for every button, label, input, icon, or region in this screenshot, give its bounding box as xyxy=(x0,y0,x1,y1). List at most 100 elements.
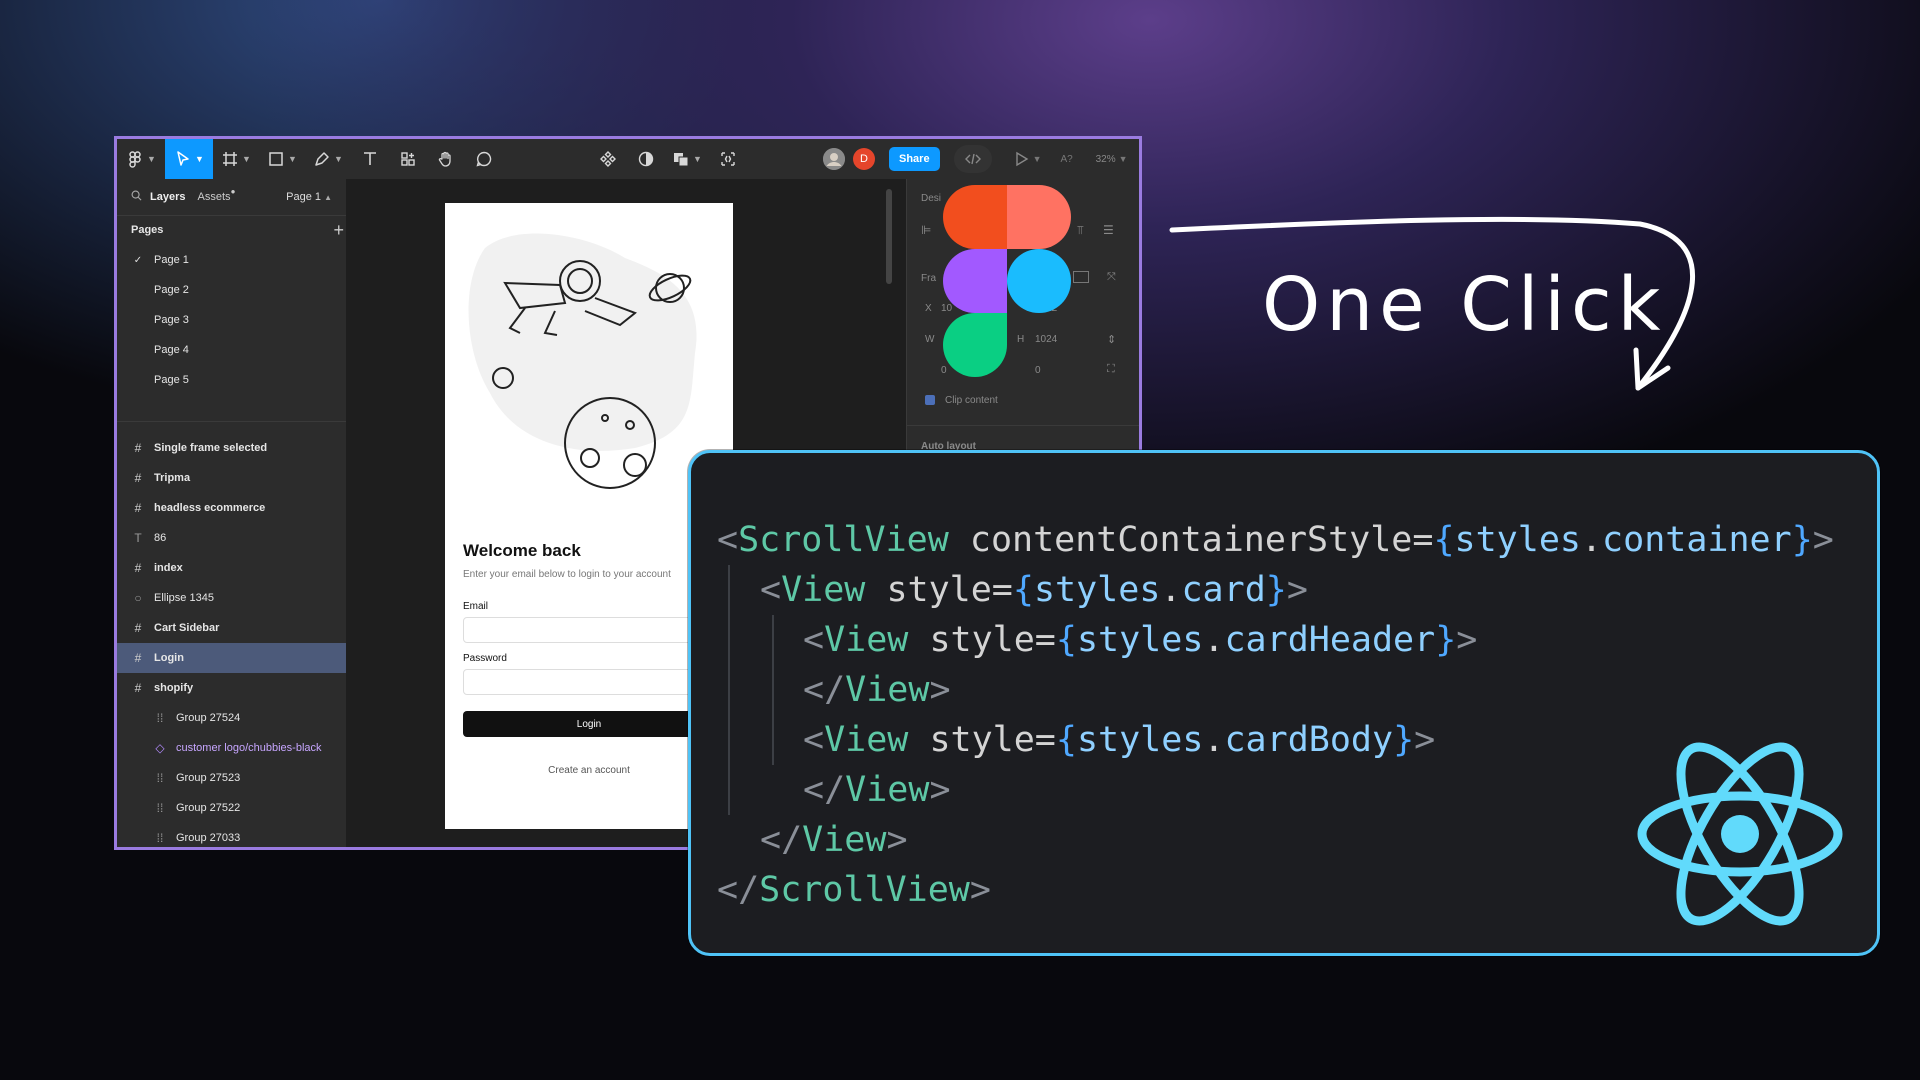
boolean-button[interactable]: ▼ xyxy=(665,139,709,179)
code-token: ScrollView xyxy=(759,870,970,910)
code-token: . xyxy=(1580,520,1603,560)
share-button[interactable]: Share xyxy=(889,147,940,171)
layer-item[interactable]: # Tripma xyxy=(117,463,346,493)
layer-item[interactable]: ○ Ellipse 1345 xyxy=(117,583,346,613)
cursor-icon xyxy=(177,151,189,166)
code-line: <View style={styles.cardHeader}> xyxy=(717,615,1834,665)
code-token: > xyxy=(929,670,951,710)
figma-logo-icon xyxy=(943,185,1071,377)
present-button[interactable]: ▼ xyxy=(1012,139,1042,179)
layer-item[interactable]: # headless ecommerce xyxy=(117,493,346,523)
code-token: > xyxy=(886,820,908,860)
code-token: </ xyxy=(803,770,846,810)
layer-item[interactable]: ⁞⁞ Group 27033 xyxy=(117,823,346,847)
code-token: } xyxy=(1435,620,1457,660)
frame-icon: # xyxy=(134,651,142,665)
layer-item-label: Group 27522 xyxy=(176,802,241,814)
resize-icon[interactable]: ⤧ xyxy=(1107,271,1116,284)
layer-item[interactable]: # shopify xyxy=(117,673,346,703)
code-token: < xyxy=(803,720,825,760)
page-item[interactable]: Page 5 xyxy=(117,365,360,395)
chevron-down-icon: ▼ xyxy=(195,154,204,164)
layer-item[interactable]: # Cart Sidebar xyxy=(117,613,346,643)
w-label: W xyxy=(925,334,935,345)
layer-item[interactable]: ⁞⁞ Group 27522 xyxy=(117,793,346,823)
code-line: <ScrollView contentContainerStyle={style… xyxy=(717,515,1834,565)
zoom-dropdown[interactable]: 32% ▼ xyxy=(1092,139,1132,179)
pages-header: Pages + xyxy=(117,215,360,245)
layer-item[interactable]: ⁞⁞ Group 27523 xyxy=(117,763,346,793)
layer-item-label: index xyxy=(154,562,183,574)
code-token: > xyxy=(1812,520,1834,560)
pen-tool-button[interactable]: ▼ xyxy=(305,139,351,179)
move-tool-button[interactable]: ▼ xyxy=(165,139,213,179)
frame-icon: # xyxy=(134,471,142,485)
page-item[interactable]: Page 2 xyxy=(117,275,360,305)
layer-item-label: 86 xyxy=(154,532,167,544)
layer-item[interactable]: # Single frame selected xyxy=(117,433,346,463)
frame-tool-button[interactable]: ▼ xyxy=(213,139,259,179)
avatar-collaborator[interactable]: D xyxy=(853,148,875,170)
layer-item[interactable]: # index xyxy=(117,553,346,583)
tab-layers[interactable]: Layers xyxy=(150,191,185,203)
code-token: style= xyxy=(865,570,1013,610)
frame-section-label: Fra xyxy=(921,273,936,284)
code-token: > xyxy=(1286,570,1308,610)
code-token: { xyxy=(1012,570,1034,610)
code-token: < xyxy=(803,620,825,660)
align-more-icon[interactable]: ☰ xyxy=(1103,223,1114,237)
layer-item[interactable]: ◇ customer logo/chubbies-black xyxy=(117,733,346,763)
resources-button[interactable] xyxy=(389,139,427,179)
layer-item-label: Tripma xyxy=(154,472,191,484)
page-selector[interactable]: Page 1 ▲ xyxy=(286,191,332,203)
layer-item[interactable]: # Login xyxy=(117,643,346,673)
ellipse-icon: ○ xyxy=(134,591,142,605)
comment-tool-button[interactable] xyxy=(465,139,503,179)
page-item-label: Page 4 xyxy=(154,344,189,356)
component-icon xyxy=(600,151,616,167)
chevron-down-icon: ▼ xyxy=(693,154,702,164)
constrain-icon[interactable]: ⇕ xyxy=(1107,333,1116,346)
frame-icon: # xyxy=(134,441,142,455)
layer-item[interactable]: T 86 xyxy=(117,523,346,553)
crop-button[interactable] xyxy=(709,139,747,179)
scrollbar[interactable] xyxy=(886,189,892,284)
frame-orientation-icon[interactable] xyxy=(1073,271,1089,283)
code-token: . xyxy=(1203,720,1225,760)
tab-assets[interactable]: Assets ● xyxy=(197,187,235,203)
create-component-button[interactable] xyxy=(589,139,627,179)
page-item[interactable]: Page 4 xyxy=(117,335,360,365)
component-icon: ◇ xyxy=(155,741,165,755)
frame-icon: # xyxy=(134,621,142,635)
divider xyxy=(907,425,1139,426)
chevron-down-icon: ▼ xyxy=(288,154,297,164)
text-tool-button[interactable] xyxy=(351,139,389,179)
page-item[interactable]: ✓ Page 1 xyxy=(117,245,360,275)
hand-tool-button[interactable] xyxy=(427,139,465,179)
font-missing-indicator[interactable]: A? xyxy=(1052,139,1082,179)
add-page-icon[interactable]: + xyxy=(333,220,344,241)
page-item-label: Page 2 xyxy=(154,284,189,296)
code-token: < xyxy=(760,570,782,610)
curved-arrow-icon xyxy=(1169,216,1695,391)
main-menu-button[interactable]: ▼ xyxy=(117,139,165,179)
mask-button[interactable] xyxy=(627,139,665,179)
design-tab[interactable]: Desi xyxy=(921,193,941,204)
distribute-icon[interactable]: ⫪ xyxy=(1077,223,1084,238)
layer-item[interactable]: ⁞⁞ Group 27524 xyxy=(117,703,346,733)
group-icon: ⁞⁞ xyxy=(156,711,164,725)
code-token: . xyxy=(1160,570,1182,610)
search-icon[interactable] xyxy=(131,190,142,204)
clip-content-label: Clip content xyxy=(945,395,998,406)
text-icon: T xyxy=(134,531,142,545)
clip-content-checkbox[interactable] xyxy=(925,395,935,405)
hand-icon xyxy=(438,151,451,167)
page-item[interactable]: Page 3 xyxy=(117,305,360,335)
shape-tool-button[interactable]: ▼ xyxy=(259,139,305,179)
avatar[interactable] xyxy=(823,148,845,170)
align-left-icon[interactable]: ⊫ xyxy=(921,223,931,237)
corner-icon[interactable]: ⛶ xyxy=(1107,363,1115,376)
login-button[interactable]: Login xyxy=(463,711,715,737)
create-account-link[interactable]: Create an account xyxy=(463,765,715,776)
dev-mode-toggle[interactable] xyxy=(953,145,992,173)
